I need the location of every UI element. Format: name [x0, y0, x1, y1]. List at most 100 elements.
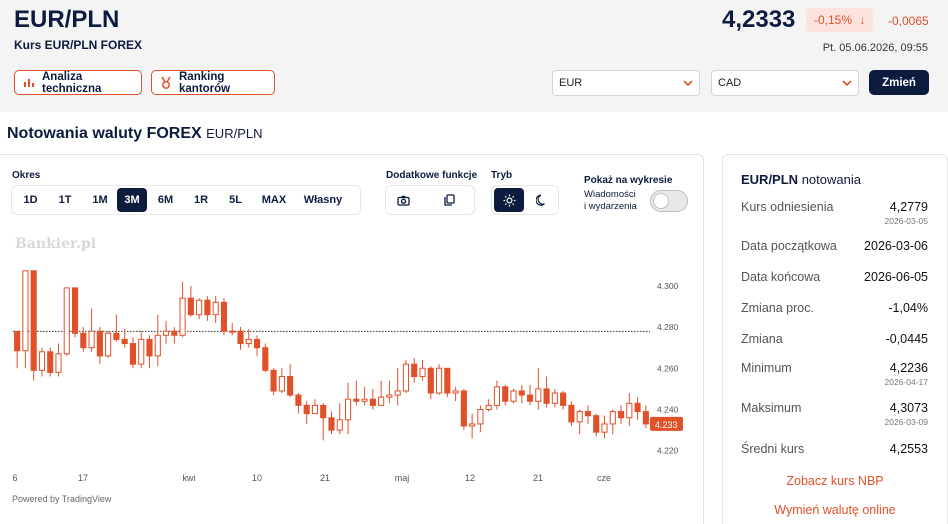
candle-down — [220, 301, 228, 332]
candle-up — [105, 332, 112, 357]
candle-down — [96, 330, 103, 357]
stat-average-label: Średni kurs — [741, 442, 805, 456]
candle-up — [229, 330, 236, 333]
candle-down — [642, 411, 649, 425]
candle-down — [146, 338, 153, 357]
candle-up — [196, 299, 203, 316]
x-tick-label: cze — [597, 473, 611, 483]
candle-down — [568, 404, 575, 423]
stats-title-pair: EUR/PLN — [741, 172, 799, 187]
candle-up — [551, 392, 558, 404]
x-tick-label: kwi — [183, 473, 196, 483]
candle-down — [369, 398, 376, 406]
stat-start-date-label: Data początkowa — [741, 239, 837, 253]
candle-down — [444, 367, 451, 394]
candle-up — [378, 396, 385, 406]
x-tick-label: 6 — [12, 473, 17, 483]
nbp-rate-link[interactable]: Zobacz kurs NBP — [722, 474, 948, 488]
candle-down — [262, 347, 269, 371]
y-tick-label: 4.280 — [657, 322, 679, 332]
candle-up — [179, 297, 186, 336]
candle-up — [361, 398, 368, 402]
stat-minimum-date: 2026-04-17 — [884, 377, 928, 387]
x-tick-label: 12 — [465, 473, 475, 483]
candle-up — [535, 388, 542, 402]
stat-maximum-date: 2026-03-09 — [884, 417, 928, 427]
candle-down — [187, 297, 194, 316]
candle-down — [634, 402, 641, 413]
candle-down — [617, 411, 625, 419]
candle-up — [394, 390, 401, 396]
candle-down — [543, 388, 550, 404]
candle-down — [287, 376, 294, 396]
candle-up — [576, 411, 583, 423]
stat-change-value: -0,0445 — [885, 332, 928, 346]
candle-up — [601, 423, 608, 433]
candle-up — [485, 404, 492, 411]
candle-up — [402, 363, 410, 392]
candle-up — [38, 351, 46, 371]
candle-down — [204, 299, 211, 316]
y-tick-label: 4.240 — [657, 405, 679, 415]
candle-down — [237, 330, 244, 345]
exchange-online-link[interactable]: Wymień walutę online — [722, 503, 948, 517]
candle-down — [270, 369, 277, 392]
candle-up — [63, 287, 70, 355]
stat-maximum-label: Maksimum — [741, 401, 802, 415]
candle-down — [353, 398, 360, 402]
candle-down — [427, 367, 434, 394]
candle-up — [344, 398, 352, 421]
tradingview-credit[interactable]: Powered by TradingView — [12, 494, 111, 504]
candle-up — [138, 338, 145, 365]
candle-up — [162, 330, 170, 336]
candle-down — [171, 330, 178, 336]
candle-down — [121, 338, 128, 345]
candle-down — [14, 330, 21, 352]
candle-down — [460, 390, 467, 427]
candle-down — [80, 332, 87, 349]
stat-start-date-value: 2026-03-06 — [864, 239, 928, 253]
stat-reference-value: 4,2779 — [889, 200, 928, 214]
candle-up — [510, 390, 517, 402]
x-tick-label: 21 — [533, 473, 543, 483]
candle-down — [129, 343, 137, 365]
stat-minimum-value: 4,2236 — [889, 361, 928, 375]
candle-up — [154, 334, 161, 357]
candle-up — [55, 353, 62, 373]
x-tick-label: 21 — [320, 473, 330, 483]
candle-down — [411, 363, 418, 378]
candle-up — [311, 404, 319, 415]
candle-down — [30, 270, 37, 371]
stat-end-date-value: 2026-06-05 — [864, 270, 928, 284]
y-tick-label: 4.300 — [657, 281, 679, 291]
stat-reference-label: Kurs odniesienia — [741, 200, 834, 214]
stats-title-rest: notowania — [801, 172, 861, 187]
candle-up — [626, 402, 633, 419]
y-tick-label: 4.220 — [657, 446, 679, 456]
x-tick-label: 17 — [78, 473, 88, 483]
candle-down — [47, 351, 54, 373]
stat-change-pct-label: Zmiana proc. — [741, 301, 814, 315]
stats-title: EUR/PLN notowania — [741, 172, 861, 187]
candle-up — [88, 330, 95, 349]
candle-down — [295, 394, 302, 406]
stat-maximum-value: 4,3073 — [889, 401, 928, 415]
candle-down — [584, 411, 592, 417]
candle-down — [526, 394, 534, 402]
candle-up — [22, 270, 29, 352]
candle-up — [435, 367, 443, 394]
stat-change-label: Zmiana — [741, 332, 783, 346]
candle-up — [386, 394, 393, 398]
candle-up — [419, 367, 426, 378]
candle-down — [113, 332, 120, 340]
candle-down — [253, 338, 261, 349]
stat-average-value: 4,2553 — [889, 442, 928, 456]
candle-up — [278, 376, 285, 392]
candle-up — [212, 301, 219, 316]
x-tick-label: maj — [395, 473, 410, 483]
candle-up — [452, 390, 459, 394]
candle-up — [245, 338, 252, 345]
candle-down — [518, 390, 525, 396]
candle-up — [469, 423, 476, 427]
x-tick-label: 10 — [252, 473, 262, 483]
